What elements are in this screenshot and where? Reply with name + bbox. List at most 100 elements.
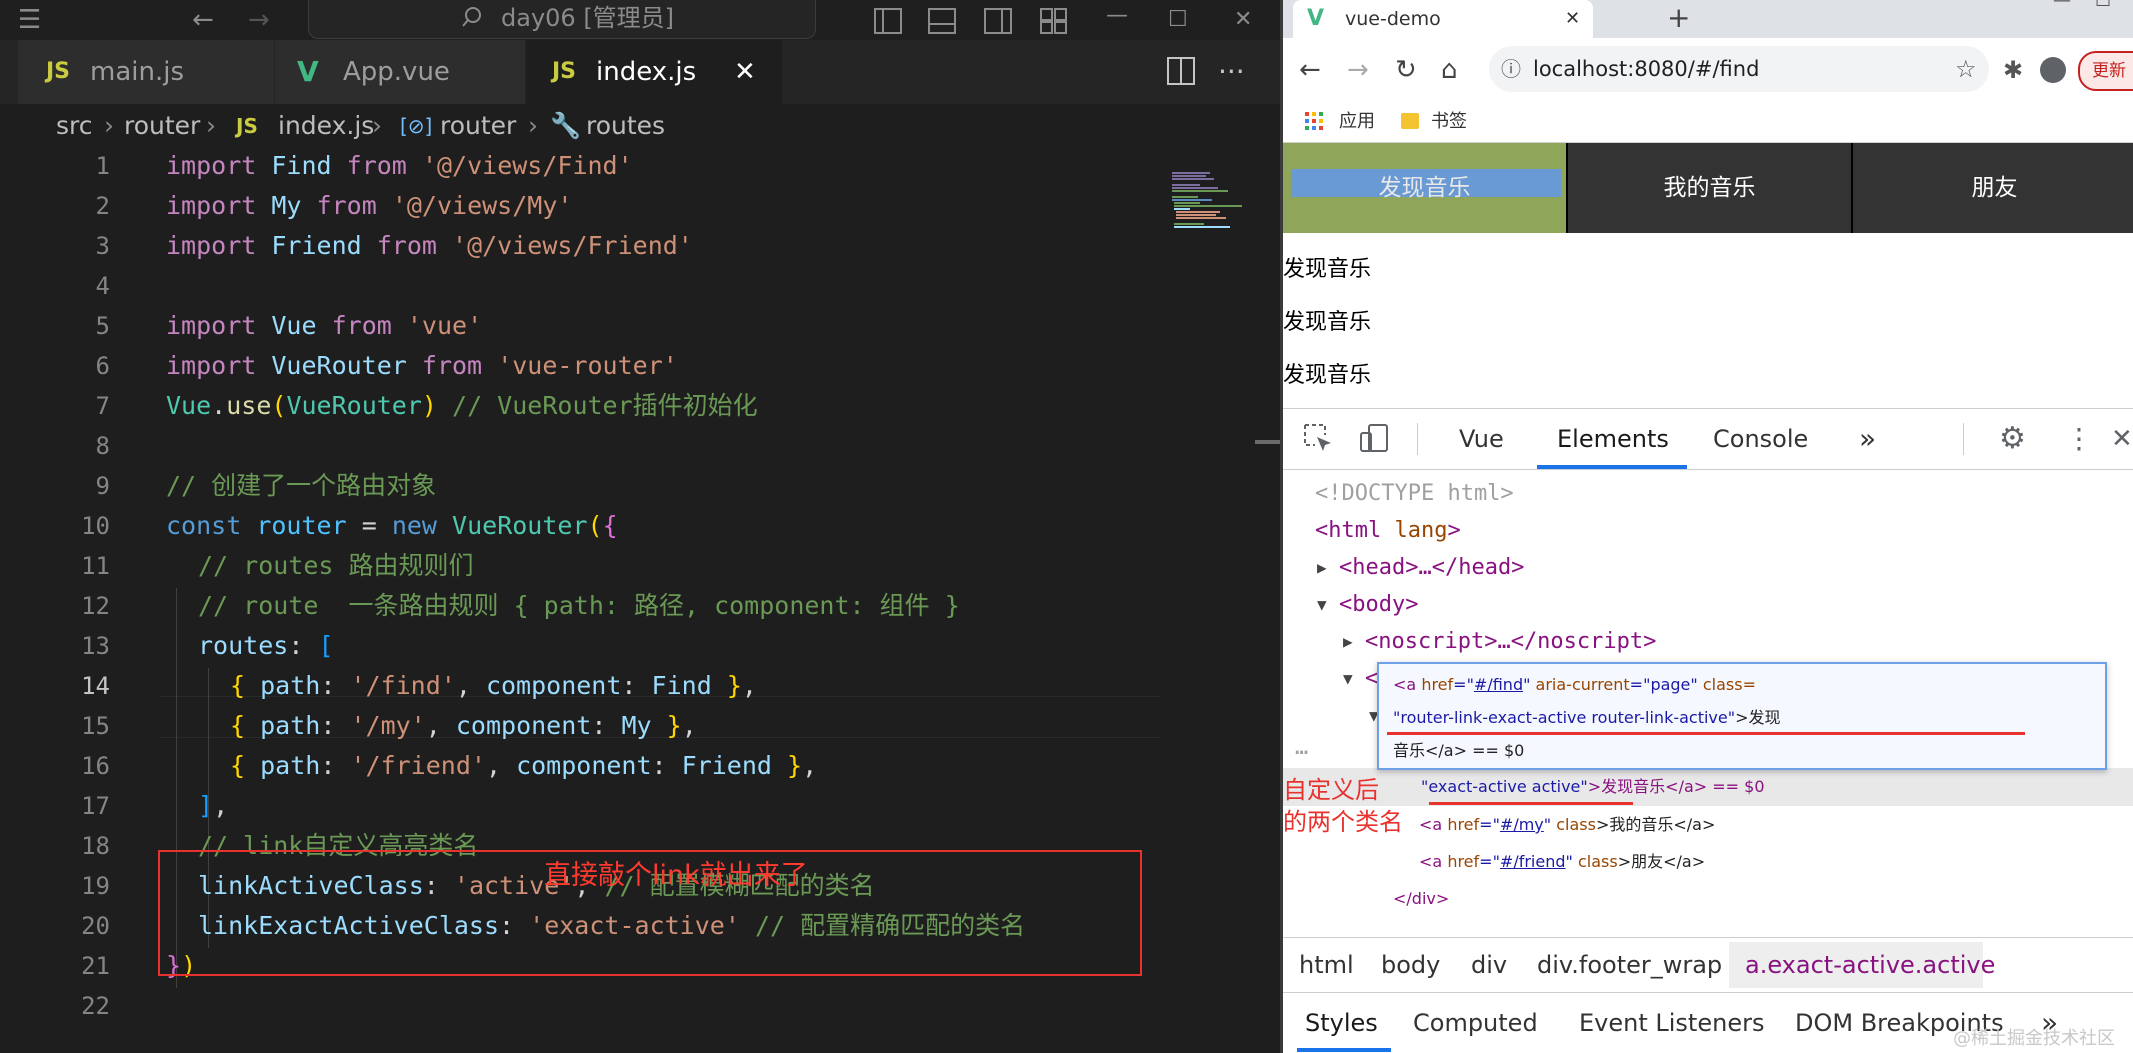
toggle-primary-sidebar-icon[interactable] [874,8,902,38]
info-icon[interactable]: ⓘ [1501,46,1521,92]
tab-styles[interactable]: Styles [1305,992,1378,1053]
profile-avatar[interactable] [2040,57,2066,83]
code-line-2: import My from '@/views/My' [166,191,573,220]
code-line-10: const router = new VueRouter({ [166,511,618,540]
crumb-div[interactable]: div [1471,938,1507,992]
forward-icon[interactable]: → [1347,38,1369,102]
line-number: 17 [81,792,110,820]
tab-computed[interactable]: Computed [1413,992,1538,1053]
settings-gear-icon[interactable]: ⚙ [1999,409,2026,469]
nav-link-label: 发现音乐 [1378,175,1471,201]
url-text[interactable]: localhost:8080/#/find [1533,46,1759,92]
nav-link-find[interactable]: 发现音乐 [1283,143,1568,233]
tab-console[interactable]: Console [1713,409,1808,469]
expand-arrow-icon[interactable]: ▶ [1317,549,1327,586]
new-tab-icon[interactable]: + [1667,0,1690,36]
dom-my-anchor-line[interactable]: <a href="#/my" class>我的音乐</a> [1419,806,1715,843]
dom-friend-anchor-line[interactable]: <a href="#/friend" class>朋友</a> [1419,843,1705,880]
close-devtools-icon[interactable]: ✕ [2111,409,2133,469]
apps-grid-icon[interactable] [1305,112,1323,134]
dom-div-close-line[interactable]: </div> [1393,880,1449,917]
tab-title: vue-demo [1345,8,1441,30]
line-number: 22 [81,992,110,1020]
home-icon[interactable]: ⌂ [1441,38,1458,102]
tab-event-listeners[interactable]: Event Listeners [1579,992,1764,1053]
breadcrumb-router[interactable]: router [124,104,200,148]
toggle-secondary-sidebar-icon[interactable] [984,8,1012,38]
expand-arrow-icon[interactable]: ▶ [1343,623,1353,660]
back-arrow-icon[interactable]: ← [192,0,214,40]
tab-elements[interactable]: Elements [1557,409,1669,469]
reload-icon[interactable]: ↻ [1395,38,1417,102]
dom-head-line[interactable]: <head>…</head> [1339,549,1524,586]
crumb-footer-wrap[interactable]: div.footer_wrap [1537,938,1722,992]
command-center-search[interactable]: day06 [管理员] [308,0,816,39]
js-file-icon: JS [46,59,71,84]
address-bar[interactable]: ⓘ localhost:8080/#/find ☆ [1489,46,1989,92]
line-number: 2 [95,192,110,220]
dom-body-line[interactable]: <body> [1339,586,1418,623]
line-number: 10 [81,512,110,540]
tab-main-js[interactable]: JS main.js [18,40,275,104]
close-tab-icon[interactable]: ✕ [1565,0,1580,38]
toolbar-divider [1963,423,1964,455]
maximize-icon[interactable]: ☐ [2095,0,2111,16]
tab-app-vue[interactable]: V App.vue [275,40,526,104]
vue-file-icon: V [297,55,319,88]
breadcrumb-router-symbol[interactable]: router [440,104,516,148]
maximize-icon[interactable]: ☐ [1168,0,1188,40]
dom-html-line[interactable]: <html lang> [1315,512,1461,549]
more-actions-icon[interactable]: ··· [1218,40,1245,104]
collapse-arrow-icon[interactable]: ▼ [1343,660,1353,697]
collapse-arrow-icon[interactable]: ▼ [1317,586,1327,623]
code-line-17: ], [198,791,229,820]
page-text: 发现音乐 [1283,257,1372,282]
breadcrumb-src[interactable]: src [56,104,93,148]
minimize-icon[interactable]: — [1106,0,1128,36]
split-editor-icon[interactable] [1166,56,1196,90]
nav-link-my[interactable]: 我的音乐 [1568,143,1853,233]
minimize-icon[interactable]: — [2053,0,2071,16]
update-button[interactable]: 更新 [2078,51,2133,91]
nav-link-friend[interactable]: 朋友 [1853,143,2133,233]
device-toolbar-icon[interactable] [1359,423,1389,457]
editor-scrollbar[interactable] [1255,440,1280,444]
annotation-line: 自定义后 [1283,776,1379,804]
browser-tab[interactable]: V vue-demo ✕ [1293,0,1593,38]
line-number: 5 [95,312,110,340]
selected-dom-row[interactable]: "exact-active active">发现音乐</a> == $0 [1283,768,2133,806]
bookmark-apps[interactable]: 应用 [1339,102,1375,142]
more-options-icon[interactable]: ⋮ [2065,409,2093,469]
tab-vue[interactable]: Vue [1459,409,1504,469]
code-line-7: Vue.use(VueRouter) // VueRouter插件初始化 [166,391,758,420]
breadcrumb-routes[interactable]: routes [586,104,665,148]
dom-selected-anchor: "exact-active active">发现音乐</a> == $0 [1421,777,1765,796]
inspect-element-icon[interactable] [1303,423,1333,457]
dom-noscript-line[interactable]: <noscript>…</noscript> [1365,623,1656,660]
bookmark-star-icon[interactable]: ☆ [1955,46,1977,92]
menu-icon[interactable]: ☰ [18,0,41,40]
dom-doctype: <!DOCTYPE html> [1315,481,1514,506]
extensions-icon[interactable]: ✱ [2003,38,2023,102]
crumb-html[interactable]: html [1299,938,1354,992]
close-window-icon[interactable]: ✕ [1234,0,1252,40]
back-icon[interactable]: ← [1299,38,1321,102]
line-number: 21 [81,952,110,980]
line-number: 19 [81,872,110,900]
customize-layout-icon[interactable] [1040,8,1068,38]
annotation-underline [1387,732,2025,735]
crumb-selected[interactable]: a.exact-active.active [1745,938,1995,992]
more-tabs-icon[interactable]: » [1859,409,1876,469]
page-text: 发现音乐 [1283,310,1372,335]
breadcrumb-index-js[interactable]: index.js [278,104,374,148]
close-tab-icon[interactable]: ✕ [734,40,756,104]
active-tab-indicator [1537,465,1687,469]
chevron-right-icon: › [528,111,538,140]
crumb-body[interactable]: body [1381,938,1440,992]
bookmark-folder[interactable]: 书签 [1431,102,1467,142]
line-number: 16 [81,752,110,780]
tab-index-js[interactable]: JS index.js ✕ [526,40,783,104]
minimap[interactable] [1170,170,1250,230]
forward-arrow-icon[interactable]: → [248,0,270,40]
toggle-panel-icon[interactable] [928,8,956,38]
